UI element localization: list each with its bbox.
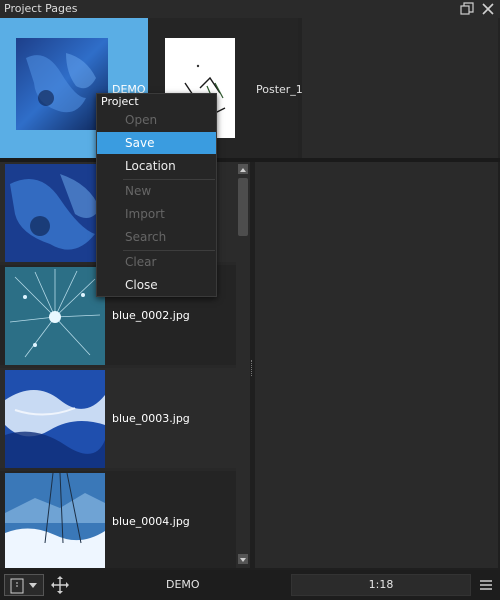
page-label: Poster_1 [256, 83, 303, 96]
aspect-ratio-field[interactable]: 1:18 [291, 574, 471, 596]
panel-title-bar: Project Pages [0, 0, 500, 18]
page-thumbnail [16, 38, 108, 130]
splitter-grip-icon[interactable] [251, 360, 254, 376]
image-name: blue_0003.jpg [112, 412, 190, 425]
close-icon[interactable] [481, 2, 495, 16]
menu-item-clear[interactable]: Clear [97, 251, 216, 273]
restore-window-icon[interactable] [460, 2, 474, 16]
menu-item-new[interactable]: New [97, 180, 216, 202]
menu-item-open[interactable]: Open [97, 109, 216, 131]
scroll-up-icon[interactable] [238, 164, 248, 174]
menu-item-save[interactable]: Save [97, 132, 216, 154]
list-item[interactable]: blue_0003.jpg [0, 368, 236, 468]
page-view-button[interactable] [4, 574, 44, 596]
list-scrollbar[interactable] [236, 162, 250, 568]
image-name: blue_0004.jpg [112, 515, 190, 528]
panel-title: Project Pages [4, 2, 78, 15]
image-thumbnail [5, 472, 105, 568]
menu-item-search[interactable]: Search [97, 226, 216, 248]
image-thumbnail [5, 370, 105, 468]
scrollbar-thumb[interactable] [238, 178, 248, 236]
bottom-toolbar: DEMO 1:18 [0, 570, 500, 600]
scroll-down-icon[interactable] [238, 554, 248, 564]
preview-panel [255, 162, 498, 568]
hamburger-menu-icon[interactable] [478, 577, 494, 593]
menu-item-import[interactable]: Import [97, 203, 216, 225]
menu-item-close[interactable]: Close [97, 274, 216, 296]
project-context-menu: Project Open Save Location New Import Se… [96, 93, 217, 297]
image-thumbnail [5, 164, 105, 262]
move-arrows-icon[interactable] [50, 575, 70, 595]
project-name: DEMO [166, 578, 200, 591]
context-menu-title: Project [101, 95, 139, 108]
menu-item-location[interactable]: Location [97, 155, 216, 177]
image-name: blue_0002.jpg [112, 309, 190, 322]
page-preview-area [302, 18, 498, 158]
list-item[interactable]: blue_0004.jpg [0, 471, 236, 568]
image-thumbnail [5, 267, 105, 365]
